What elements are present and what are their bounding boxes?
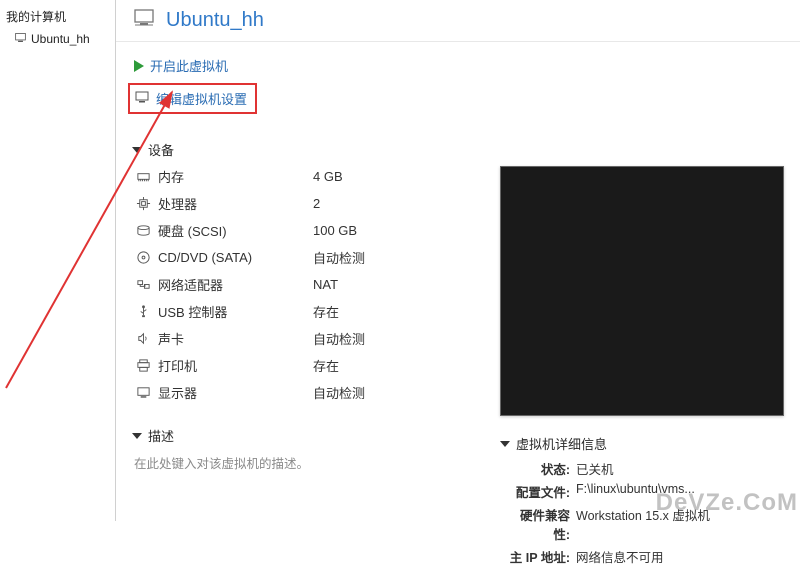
monitor-icon — [132, 6, 156, 35]
sidebar-item-vm[interactable]: Ubuntu_hh — [4, 29, 111, 49]
start-vm-button[interactable]: 开启此虚拟机 — [132, 52, 800, 79]
description-header[interactable]: 描述 — [132, 420, 452, 449]
detail-value: F:\linux\ubuntu\vms... — [576, 482, 695, 501]
play-icon — [134, 60, 144, 72]
cpu-icon — [134, 196, 152, 211]
device-value: 100 GB — [313, 223, 357, 238]
sidebar: 我的计算机 Ubuntu_hh — [0, 0, 116, 521]
detail-value: Workstation 15.x 虚拟机 — [576, 505, 710, 543]
device-row[interactable]: 声卡自动检测 — [134, 325, 452, 352]
device-name: USB 控制器 — [158, 302, 313, 321]
device-name: 声卡 — [158, 329, 313, 348]
vm-title: Ubuntu_hh — [166, 9, 264, 32]
device-name: 内存 — [158, 167, 313, 186]
chevron-down-icon — [500, 441, 510, 447]
device-name: 处理器 — [158, 194, 313, 213]
device-row[interactable]: 处理器2 — [134, 190, 452, 217]
sidebar-header: 我的计算机 — [4, 6, 111, 29]
detail-value: 网络信息不可用 — [576, 547, 664, 566]
device-name: 打印机 — [158, 356, 313, 375]
detail-label: 配置文件: — [506, 482, 576, 501]
device-row[interactable]: 打印机存在 — [134, 352, 452, 379]
cd-icon — [134, 250, 152, 265]
disk-icon — [134, 223, 152, 238]
device-value: 2 — [313, 196, 320, 211]
start-vm-label: 开启此虚拟机 — [150, 56, 228, 75]
net-icon — [134, 277, 152, 292]
detail-label: 硬件兼容性: — [506, 505, 576, 543]
device-row[interactable]: CD/DVD (SATA)自动检测 — [134, 244, 452, 271]
detail-row: 硬件兼容性:Workstation 15.x 虚拟机 — [506, 503, 784, 545]
edit-highlight-box: 编辑虚拟机设置 — [128, 83, 257, 114]
detail-row: 状态:已关机 — [506, 457, 784, 480]
actions: 开启此虚拟机 编辑虚拟机设置 — [116, 42, 800, 126]
device-name: CD/DVD (SATA) — [158, 250, 313, 265]
device-value: 4 GB — [313, 169, 343, 184]
device-list: 内存4 GB处理器2硬盘 (SCSI)100 GBCD/DVD (SATA)自动… — [132, 163, 452, 406]
device-row[interactable]: 内存4 GB — [134, 163, 452, 190]
sidebar-item-label: Ubuntu_hh — [31, 32, 90, 46]
device-value: 自动检测 — [313, 248, 365, 267]
settings-icon — [134, 89, 150, 108]
devices-header[interactable]: 设备 — [132, 134, 452, 163]
detail-label: 主 IP 地址: — [506, 547, 576, 566]
description-placeholder[interactable]: 在此处键入对该虚拟机的描述。 — [132, 449, 452, 472]
device-row[interactable]: 网络适配器NAT — [134, 271, 452, 298]
device-value: 存在 — [313, 302, 339, 321]
device-name: 网络适配器 — [158, 275, 313, 294]
chevron-down-icon — [132, 147, 142, 153]
device-row[interactable]: 显示器自动检测 — [134, 379, 452, 406]
usb-icon — [134, 304, 152, 319]
vm-preview — [500, 166, 784, 416]
vmdetails-header[interactable]: 虚拟机详细信息 — [500, 428, 784, 457]
device-row[interactable]: 硬盘 (SCSI)100 GB — [134, 217, 452, 244]
device-row[interactable]: USB 控制器存在 — [134, 298, 452, 325]
vmdetails-list: 状态:已关机配置文件:F:\linux\ubuntu\vms...硬件兼容性:W… — [500, 457, 784, 568]
vm-icon — [14, 31, 27, 47]
sound-icon — [134, 331, 152, 346]
detail-label: 状态: — [506, 459, 576, 478]
edit-settings-button[interactable]: 编辑虚拟机设置 — [132, 79, 800, 118]
display-icon — [134, 385, 152, 400]
edit-settings-label: 编辑虚拟机设置 — [156, 89, 247, 108]
printer-icon — [134, 358, 152, 373]
device-value: 自动检测 — [313, 329, 365, 348]
device-value: NAT — [313, 277, 338, 292]
chevron-down-icon — [132, 433, 142, 439]
device-name: 硬盘 (SCSI) — [158, 221, 313, 240]
detail-row: 主 IP 地址:网络信息不可用 — [506, 545, 784, 568]
detail-row: 配置文件:F:\linux\ubuntu\vms... — [506, 480, 784, 503]
device-value: 存在 — [313, 356, 339, 375]
main-panel: Ubuntu_hh 开启此虚拟机 编辑虚拟机设置 设备 — [116, 0, 800, 521]
device-value: 自动检测 — [313, 383, 365, 402]
device-name: 显示器 — [158, 383, 313, 402]
vm-header: Ubuntu_hh — [116, 0, 800, 42]
memory-icon — [134, 169, 152, 184]
detail-value: 已关机 — [576, 459, 614, 478]
